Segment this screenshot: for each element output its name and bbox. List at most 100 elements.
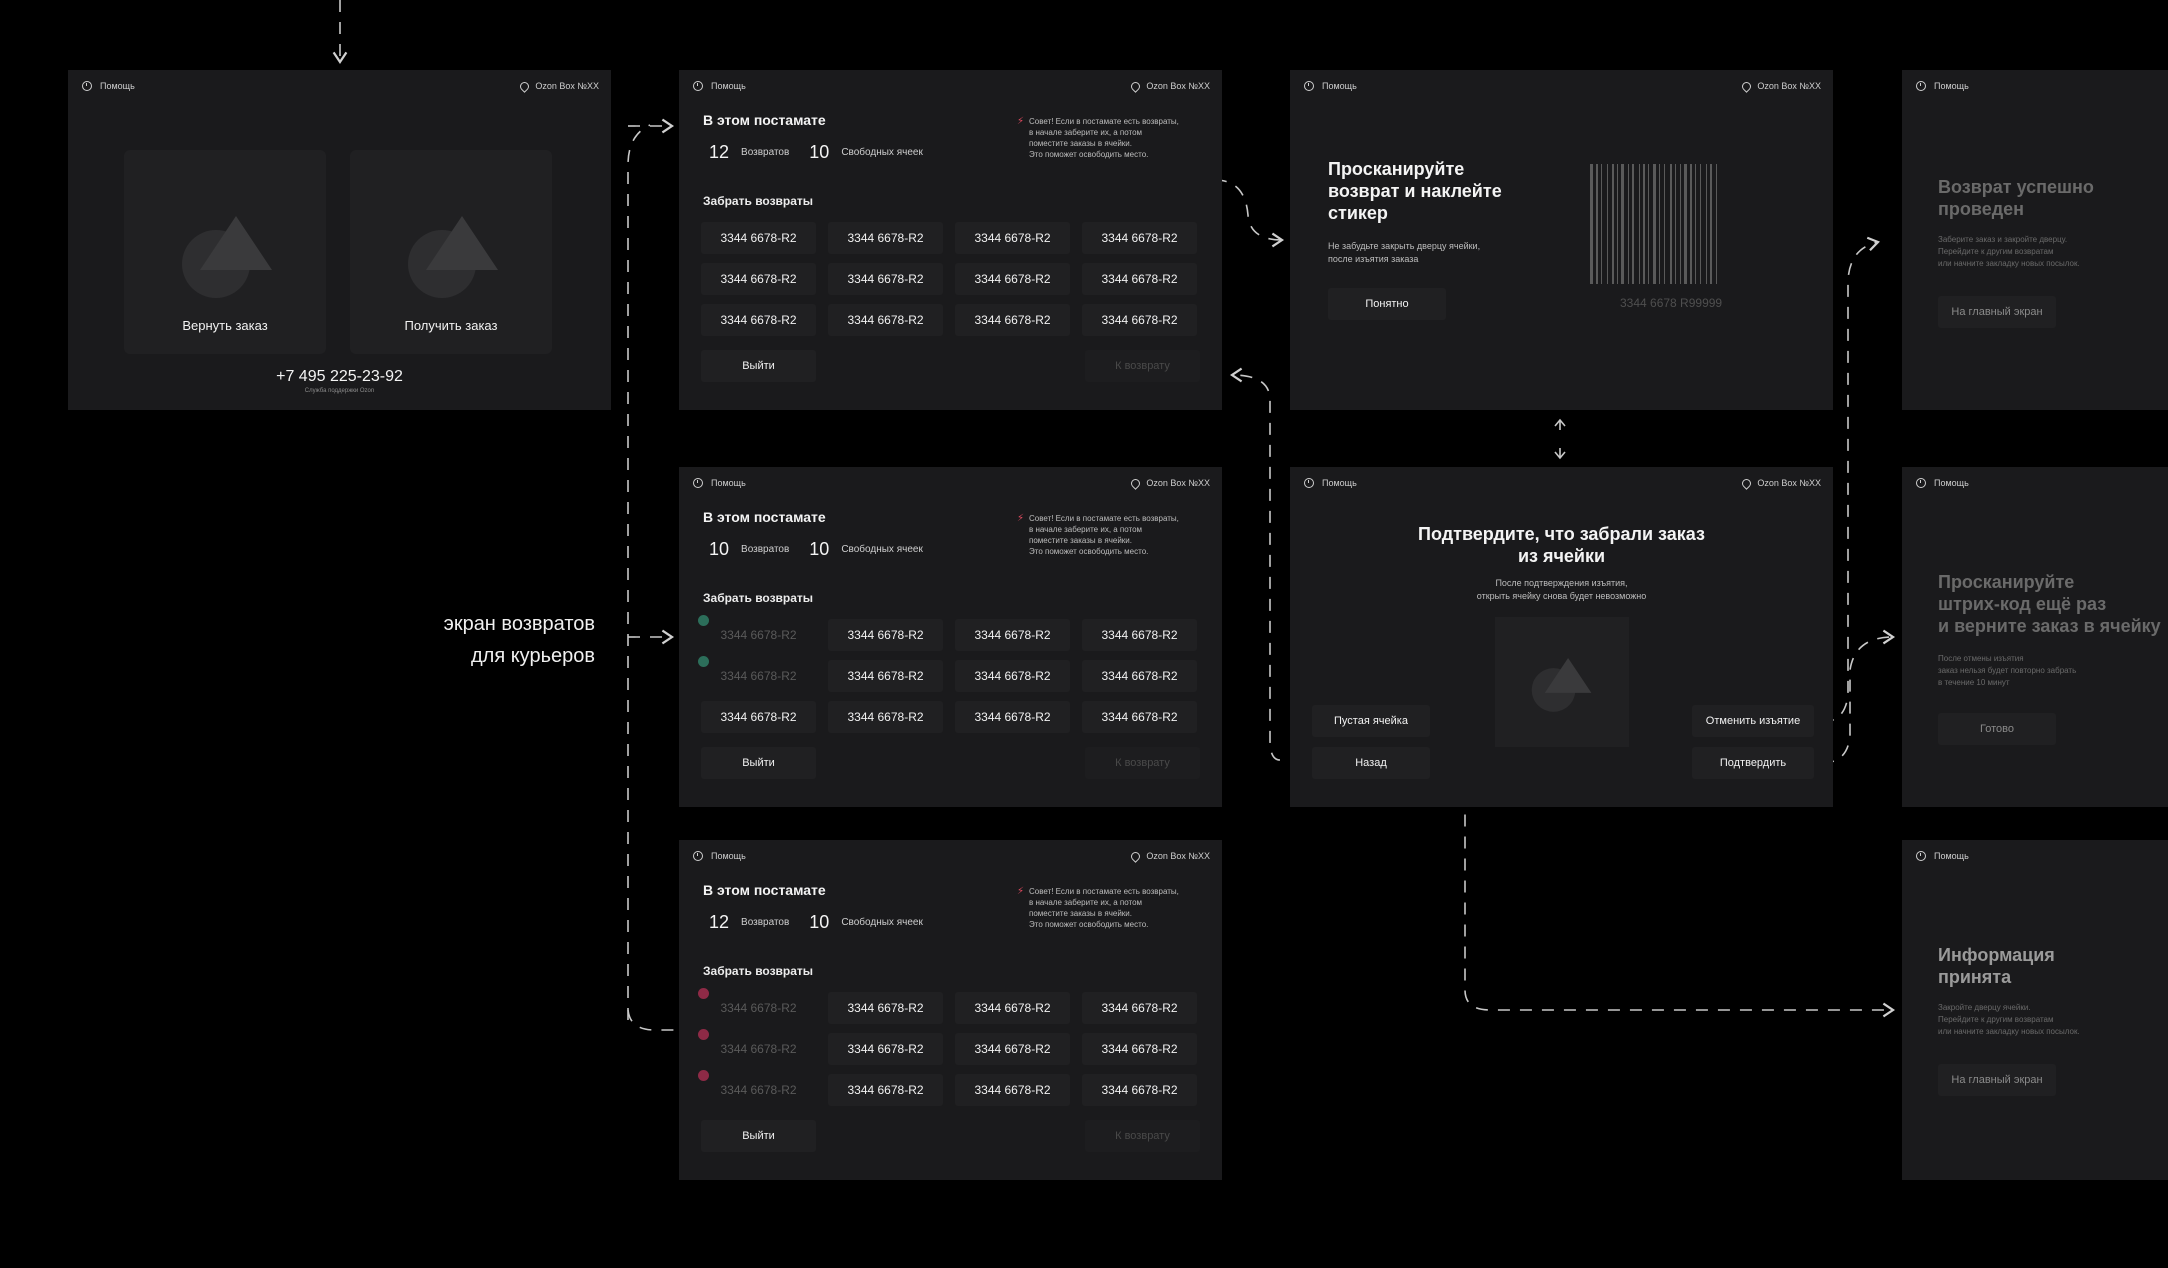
exit-button[interactable]: Выйти — [701, 350, 816, 382]
barcode-bar — [1643, 164, 1645, 284]
note-line: Заберите заказ и закройте дверцу. — [1938, 235, 2068, 244]
return-cell[interactable]: 3344 6678-R2 — [955, 1033, 1070, 1065]
tip-line: поместите заказы в ячейки. — [1029, 909, 1132, 918]
help-link[interactable]: Помощь — [1916, 851, 1969, 861]
return-cell[interactable]: 3344 6678-R2 — [955, 619, 1070, 651]
help-link[interactable]: Помощь — [1916, 81, 1969, 91]
return-cell[interactable]: 3344 6678-R2 — [955, 1074, 1070, 1106]
return-cell[interactable]: 3344 6678-R2 — [1082, 263, 1197, 295]
return-cell[interactable]: 3344 6678-R2 — [701, 619, 816, 651]
top-bar: Помощь — [1902, 70, 2168, 102]
location-text: Ozon Box №XX — [1757, 81, 1821, 91]
return-cell[interactable]: 3344 6678-R2 — [828, 701, 943, 733]
title-line: и верните заказ в ячейку — [1938, 616, 2161, 636]
return-order-label: Вернуть заказ — [182, 318, 268, 333]
return-cell[interactable]: 3344 6678-R2 — [955, 222, 1070, 254]
error-dot-icon — [698, 988, 709, 999]
to-return-button[interactable]: К возврату — [1085, 747, 1200, 779]
return-cell[interactable]: 3344 6678-R2 — [955, 304, 1070, 336]
get-order-tile[interactable]: Получить заказ — [350, 150, 552, 354]
scan-title: Просканируйте возврат и наклейте стикер — [1328, 158, 1502, 224]
return-cell[interactable]: 3344 6678-R2 — [955, 701, 1070, 733]
return-cell[interactable]: 3344 6678-R2 — [828, 992, 943, 1024]
back-button[interactable]: Назад — [1312, 747, 1430, 779]
clock-icon — [693, 851, 703, 861]
return-cell[interactable]: 3344 6678-R2 — [828, 222, 943, 254]
return-order-tile[interactable]: Вернуть заказ — [124, 150, 326, 354]
exit-button[interactable]: Выйти — [701, 747, 816, 779]
return-cell[interactable]: 3344 6678-R2 — [1082, 619, 1197, 651]
return-cell[interactable]: 3344 6678-R2 — [828, 304, 943, 336]
return-cell[interactable]: 3344 6678-R2 — [701, 263, 816, 295]
barcode-bar — [1639, 164, 1640, 284]
return-cell[interactable]: 3344 6678-R2 — [701, 304, 816, 336]
return-cell[interactable]: 3344 6678-R2 — [701, 1074, 816, 1106]
return-cell[interactable]: 3344 6678-R2 — [701, 701, 816, 733]
help-link[interactable]: Помощь — [82, 81, 135, 91]
confirm-title: Подтвердите, что забрали заказ из ячейки — [1290, 523, 1833, 567]
exit-button[interactable]: Выйти — [701, 1120, 816, 1152]
return-cell[interactable]: 3344 6678-R2 — [1082, 222, 1197, 254]
help-label: Помощь — [1934, 81, 1969, 91]
help-link[interactable]: Помощь — [693, 851, 746, 861]
note-line: или начните закладку новых посылок. — [1938, 259, 2080, 268]
return-cell[interactable]: 3344 6678-R2 — [828, 1074, 943, 1106]
help-link[interactable]: Помощь — [693, 478, 746, 488]
title-line: проведен — [1938, 199, 2025, 219]
return-cell[interactable]: 3344 6678-R2 — [955, 992, 1070, 1024]
location-text: Ozon Box №XX — [1146, 81, 1210, 91]
return-cell[interactable]: 3344 6678-R2 — [1082, 1033, 1197, 1065]
return-cell[interactable]: 3344 6678-R2 — [1082, 1074, 1197, 1106]
help-link[interactable]: Помощь — [1304, 81, 1357, 91]
help-label: Помощь — [711, 851, 746, 861]
main-screen-button[interactable]: На главный экран — [1938, 296, 2056, 328]
return-cell[interactable]: 3344 6678-R2 — [701, 660, 816, 692]
return-cell[interactable]: 3344 6678-R2 — [1082, 992, 1197, 1024]
tip-line: Это поможет освободить место. — [1029, 150, 1149, 159]
to-return-button[interactable]: К возврату — [1085, 350, 1200, 382]
return-cell[interactable]: 3344 6678-R2 — [701, 992, 816, 1024]
barcode-bar — [1695, 164, 1696, 284]
return-cell[interactable]: 3344 6678-R2 — [828, 263, 943, 295]
selected-dot-icon — [698, 656, 709, 667]
empty-cell-button[interactable]: Пустая ячейка — [1312, 705, 1430, 737]
cancel-withdraw-button[interactable]: Отменить изъятие — [1692, 705, 1814, 737]
help-link[interactable]: Помощь — [1916, 478, 1969, 488]
placeholder-shape-icon — [1531, 658, 1592, 712]
postamat-title: В этом постамате — [703, 112, 826, 128]
lightning-icon: ⚡︎ — [1017, 513, 1025, 524]
to-return-button[interactable]: К возврату — [1085, 1120, 1200, 1152]
label-line: экран возвратов — [443, 613, 595, 635]
note-line: в течение 10 минут — [1938, 678, 2010, 687]
note-line: После отмены изъятия — [1938, 654, 2024, 663]
rescan-screen: Помощь Просканируйте штрих-код ещё раз и… — [1902, 467, 2168, 807]
barcode-bar — [1596, 164, 1598, 284]
barcode-bar — [1617, 164, 1618, 284]
barcode-bar — [1690, 164, 1692, 284]
return-cell[interactable]: 3344 6678-R2 — [1082, 701, 1197, 733]
return-cell[interactable]: 3344 6678-R2 — [955, 263, 1070, 295]
help-link[interactable]: Помощь — [693, 81, 746, 91]
section-title: Забрать возвраты — [703, 964, 814, 978]
return-cell[interactable]: 3344 6678-R2 — [828, 1033, 943, 1065]
returns-count: 12 — [709, 912, 730, 932]
barcode-bar — [1670, 164, 1672, 284]
help-link[interactable]: Помощь — [1304, 478, 1357, 488]
return-cell[interactable]: 3344 6678-R2 — [1082, 660, 1197, 692]
error-dot-icon — [698, 1070, 709, 1081]
ok-button[interactable]: Понятно — [1328, 288, 1446, 320]
support-phone[interactable]: +7 495 225-23-92 — [68, 368, 611, 386]
main-screen-button[interactable]: На главный экран — [1938, 1064, 2056, 1096]
confirm-button[interactable]: Подтвердить — [1692, 747, 1814, 779]
return-cell[interactable]: 3344 6678-R2 — [701, 1033, 816, 1065]
done-button[interactable]: Готово — [1938, 713, 2056, 745]
return-cell[interactable]: 3344 6678-R2 — [1082, 304, 1197, 336]
lightning-icon: ⚡︎ — [1017, 886, 1025, 897]
stats-row: 10 Возвратов 10 Свободных ячеек — [709, 539, 923, 560]
return-cell[interactable]: 3344 6678-R2 — [828, 619, 943, 651]
pin-icon — [1129, 79, 1143, 93]
return-cell[interactable]: 3344 6678-R2 — [955, 660, 1070, 692]
clock-icon — [1916, 478, 1926, 488]
return-cell[interactable]: 3344 6678-R2 — [701, 222, 816, 254]
return-cell[interactable]: 3344 6678-R2 — [828, 660, 943, 692]
